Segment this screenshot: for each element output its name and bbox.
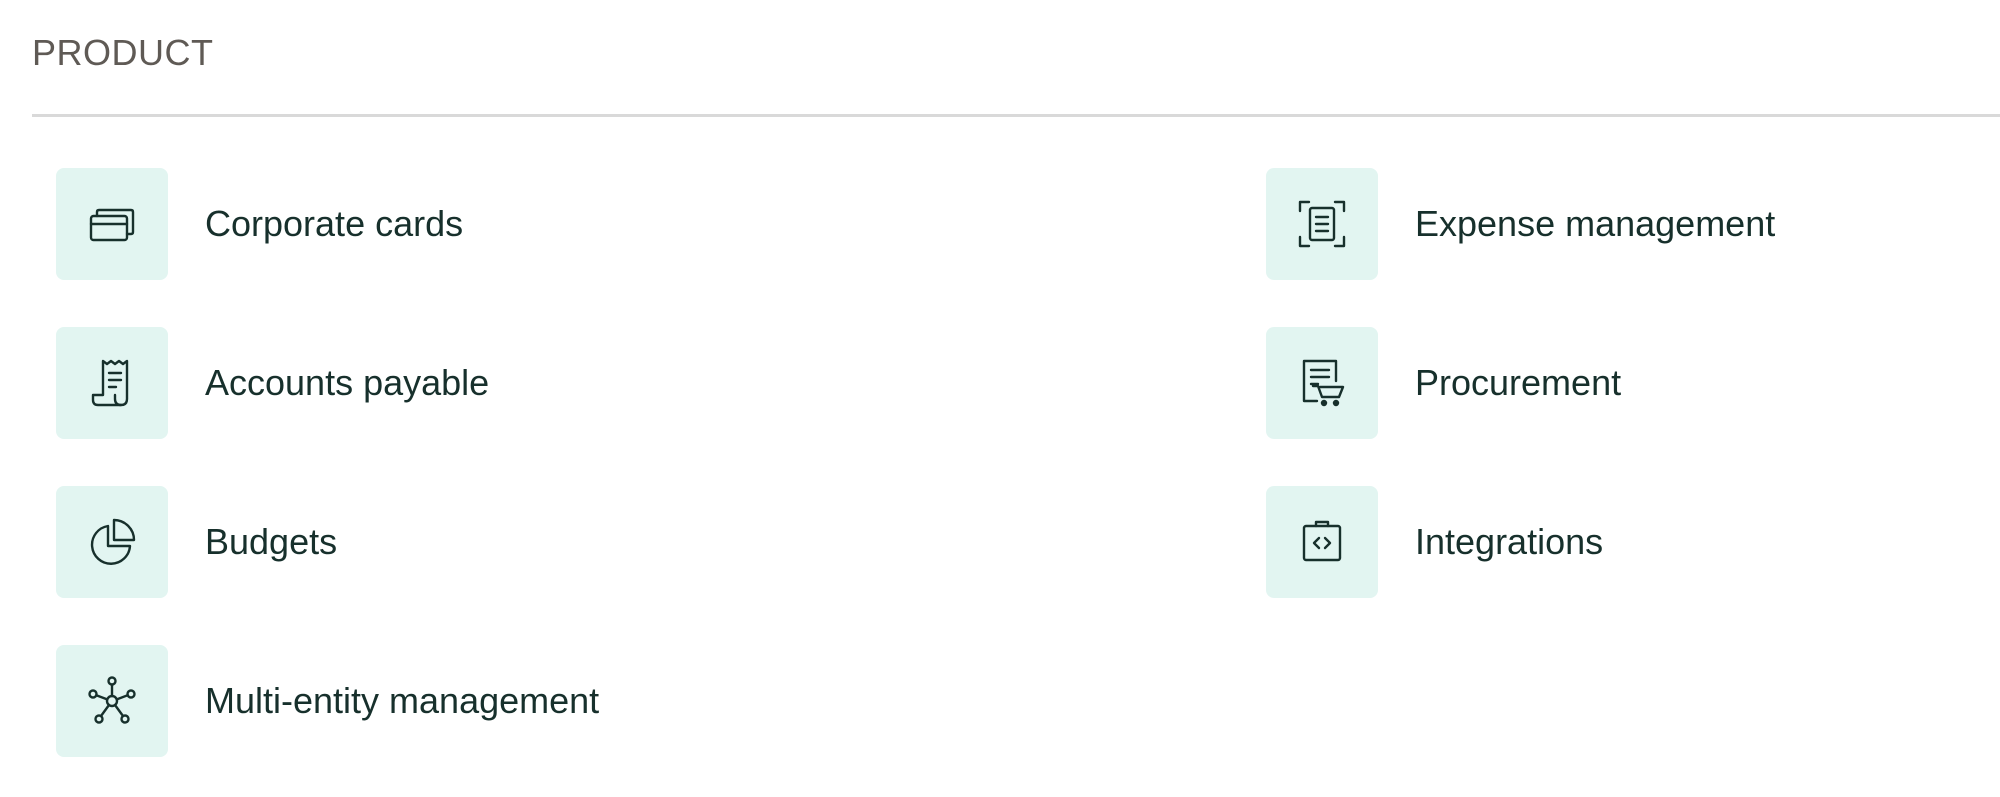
menu-item-label: Budgets [205, 521, 338, 562]
network-nodes-icon [56, 645, 168, 757]
menu-item-expense-management[interactable]: Expense management [1266, 168, 1775, 280]
menu-item-integrations[interactable]: Integrations [1266, 486, 1603, 598]
menu-item-label: Integrations [1415, 521, 1604, 562]
menu-item-procurement[interactable]: Procurement [1266, 327, 1621, 439]
pie-chart-icon [56, 486, 168, 598]
menu-item-label: Accounts payable [205, 362, 490, 403]
menu-item-budgets[interactable]: Budgets [56, 486, 337, 598]
receipt-scan-icon [1266, 168, 1378, 280]
menu-item-accounts-payable[interactable]: Accounts payable [56, 327, 489, 439]
menu-item-corporate-cards[interactable]: Corporate cards [56, 168, 463, 280]
menu-item-label: Expense management [1415, 203, 1776, 244]
document-cart-icon [1266, 327, 1378, 439]
credit-cards-icon [56, 168, 168, 280]
menu-item-label: Multi-entity management [205, 680, 600, 721]
receipt-scroll-icon [56, 327, 168, 439]
menu-item-label: Corporate cards [205, 203, 464, 244]
section-title: PRODUCT [32, 32, 214, 73]
code-brackets-icon [1266, 486, 1378, 598]
menu-item-multi-entity-management[interactable]: Multi-entity management [56, 645, 599, 757]
menu-item-label: Procurement [1415, 362, 1622, 403]
section-divider [32, 114, 2000, 117]
product-menu: PRODUCT Corporate cards Expense manageme… [0, 0, 2000, 797]
